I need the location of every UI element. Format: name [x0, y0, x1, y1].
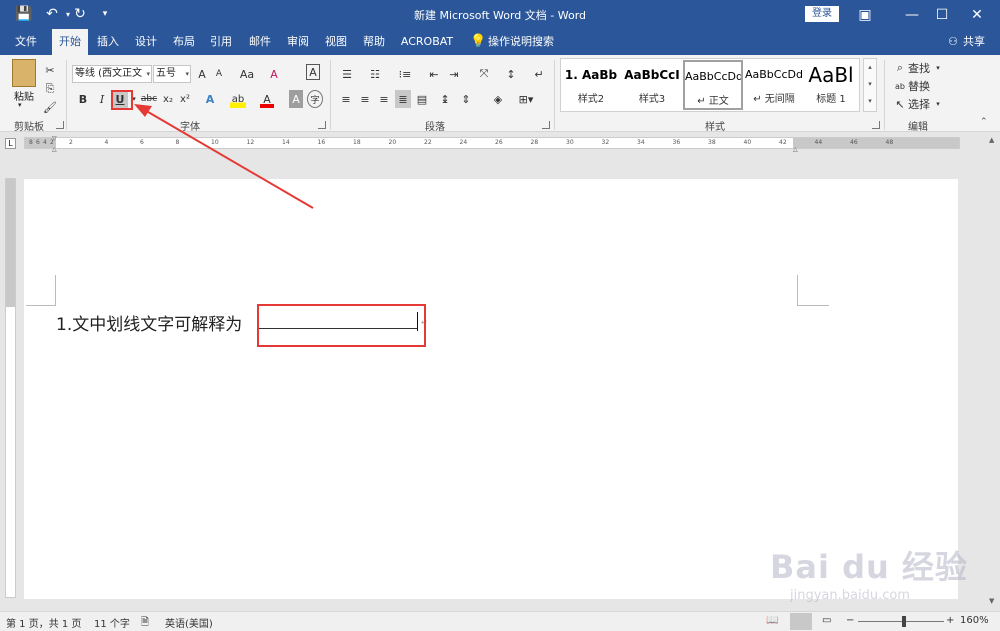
zoom-in-icon[interactable]: + — [946, 615, 954, 626]
zoom-out-icon[interactable]: − — [846, 615, 854, 626]
proofing-icon[interactable]: 🗎 — [141, 615, 149, 631]
arrow-head — [134, 104, 152, 117]
watermark-url: jingyan.baidu.com — [790, 588, 910, 603]
zoom-slider-thumb[interactable] — [902, 616, 906, 627]
zoom-slider[interactable] — [858, 621, 944, 622]
watermark-logo: Bai du 经验 — [770, 548, 968, 586]
web-layout-icon[interactable]: ▭ — [822, 615, 831, 626]
page-count[interactable]: 第 1 页，共 1 页 — [6, 615, 81, 630]
arrow-shaft — [142, 108, 314, 209]
annotation-arrow — [134, 104, 314, 209]
status-bar: 第 1 页，共 1 页 11 个字 🗎 英语(美国) 📖 ▭ − + 160% — [0, 611, 1000, 631]
scroll-up-icon[interactable]: ▲ — [989, 136, 994, 144]
zoom-level[interactable]: 160% — [960, 615, 989, 626]
word-count[interactable]: 11 个字 — [94, 615, 130, 630]
scroll-down-icon[interactable]: ▼ — [989, 597, 994, 605]
vertical-scrollbar[interactable]: ▲ ▼ — [986, 134, 1000, 611]
print-layout-icon[interactable] — [790, 613, 812, 630]
read-mode-icon[interactable]: 📖 — [766, 615, 778, 626]
language[interactable]: 英语(美国) — [165, 615, 213, 630]
